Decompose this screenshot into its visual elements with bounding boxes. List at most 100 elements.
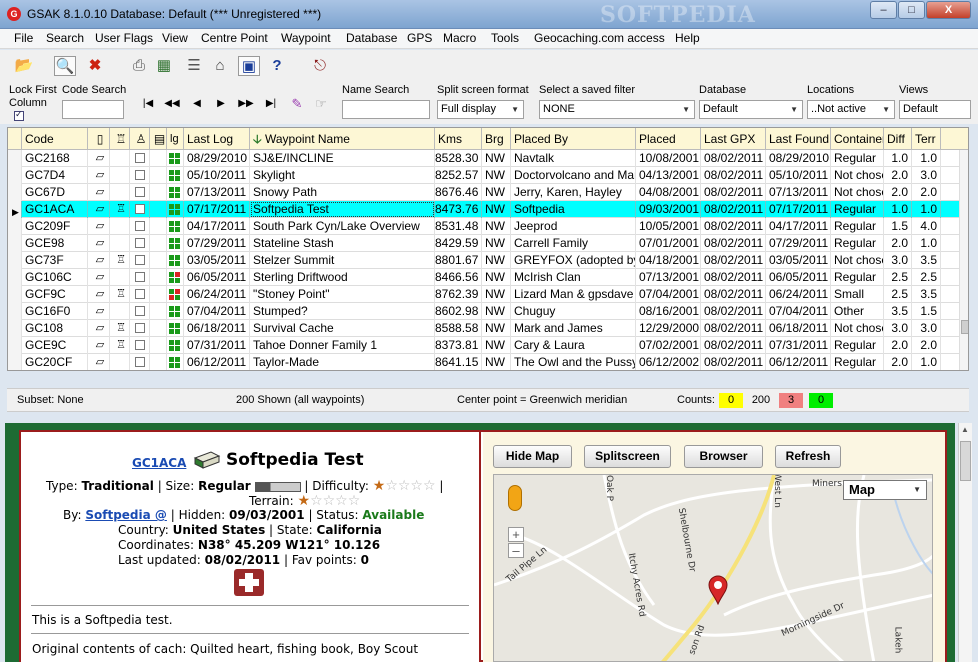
cell-code[interactable]: GC2168 bbox=[22, 150, 88, 167]
split-icon[interactable]: ☰ bbox=[183, 56, 205, 76]
cell-kms[interactable]: 8676.46 bbox=[435, 184, 482, 201]
cell-name[interactable]: Stateline Stash bbox=[250, 235, 435, 252]
cell-lastlog[interactable]: 07/17/2011 bbox=[184, 201, 250, 218]
cell-kms[interactable]: 8528.30 bbox=[435, 150, 482, 167]
cell-diff[interactable]: 2.0 bbox=[884, 184, 912, 201]
cell-terr[interactable]: 1.0 bbox=[912, 354, 941, 370]
header-last-gpx[interactable]: Last GPX bbox=[701, 128, 766, 150]
user-flag-cell[interactable] bbox=[130, 252, 150, 269]
cell-placed[interactable]: 09/03/2001 bbox=[636, 201, 701, 218]
cell-terr[interactable]: 3.0 bbox=[912, 320, 941, 337]
pointer-hand-icon[interactable]: ☞ bbox=[313, 96, 329, 112]
menu-tools[interactable]: Tools bbox=[491, 31, 519, 45]
cell-brg[interactable]: NW bbox=[482, 320, 511, 337]
cell-found[interactable]: 05/10/2011 bbox=[766, 167, 831, 184]
cell-found[interactable]: 07/31/2011 bbox=[766, 337, 831, 354]
map-view[interactable]: + – Map ▼ Oak P West Ln Miners Shelbourne… bbox=[493, 474, 933, 662]
user-flag-checkbox[interactable] bbox=[135, 289, 145, 299]
cell-brg[interactable]: NW bbox=[482, 150, 511, 167]
header-lg[interactable]: lg bbox=[167, 128, 184, 150]
header-container[interactable]: Container bbox=[831, 128, 884, 150]
cell-lastlog[interactable]: 05/10/2011 bbox=[184, 167, 250, 184]
cell-by[interactable]: GREYFOX (adopted by N bbox=[511, 252, 636, 269]
row-indicator[interactable] bbox=[8, 269, 22, 286]
database-select[interactable]: Default ▼ bbox=[699, 100, 803, 119]
print-icon[interactable]: ⎙ bbox=[128, 56, 150, 76]
owner-link[interactable]: Softpedia @ bbox=[85, 508, 167, 522]
cell-placed[interactable]: 10/08/2001 bbox=[636, 150, 701, 167]
user-flag-checkbox[interactable] bbox=[135, 357, 145, 367]
eraser-icon[interactable]: ✎ bbox=[289, 96, 305, 112]
menu-help[interactable]: Help bbox=[675, 31, 700, 45]
cell-name[interactable]: Snowy Path bbox=[250, 184, 435, 201]
previous-record-button[interactable]: ◀ bbox=[189, 96, 205, 112]
cell-brg[interactable]: NW bbox=[482, 337, 511, 354]
cell-lastlog[interactable]: 07/29/2011 bbox=[184, 235, 250, 252]
user-flag-checkbox[interactable] bbox=[135, 306, 145, 316]
grid-icon[interactable]: ▦ bbox=[153, 56, 175, 76]
cell-placed[interactable]: 04/13/2001 bbox=[636, 167, 701, 184]
user-flag-checkbox[interactable] bbox=[135, 187, 145, 197]
cell-container[interactable]: Not chosen bbox=[831, 320, 884, 337]
cell-gpx[interactable]: 08/02/2011 bbox=[701, 167, 766, 184]
user-flag-checkbox[interactable] bbox=[135, 204, 145, 214]
cell-found[interactable]: 07/17/2011 bbox=[766, 201, 831, 218]
user-flag-cell[interactable] bbox=[130, 218, 150, 235]
cell-gpx[interactable]: 08/02/2011 bbox=[701, 286, 766, 303]
user-flag-checkbox[interactable] bbox=[135, 170, 145, 180]
cell-terr[interactable]: 4.0 bbox=[912, 218, 941, 235]
user-flag-cell[interactable] bbox=[130, 150, 150, 167]
table-row[interactable]: ▱ ♖ GCE9C 07/31/2011 Tahoe Donner Family 1 83… bbox=[8, 337, 968, 354]
cell-placed[interactable]: 07/04/2001 bbox=[636, 286, 701, 303]
cell-code[interactable]: GC20CF bbox=[22, 354, 88, 370]
menu-centre-point[interactable]: Centre Point bbox=[201, 31, 268, 45]
cell-by[interactable]: Mark and James bbox=[511, 320, 636, 337]
menu-search[interactable]: Search bbox=[46, 31, 84, 45]
last-record-button[interactable]: ▶| bbox=[263, 96, 279, 112]
row-indicator[interactable] bbox=[8, 184, 22, 201]
cell-code[interactable]: GC209F bbox=[22, 218, 88, 235]
cell-found[interactable]: 06/24/2011 bbox=[766, 286, 831, 303]
cell-terr[interactable]: 2.0 bbox=[912, 184, 941, 201]
cell-container[interactable]: Other bbox=[831, 303, 884, 320]
cell-kms[interactable]: 8531.48 bbox=[435, 218, 482, 235]
cell-code[interactable]: GC67D bbox=[22, 184, 88, 201]
cell-kms[interactable]: 8466.56 bbox=[435, 269, 482, 286]
menu-user-flags[interactable]: User Flags bbox=[95, 31, 153, 45]
header-code[interactable]: Code bbox=[22, 128, 88, 150]
header-notes-icon[interactable]: ▤ bbox=[150, 128, 167, 150]
user-flag-cell[interactable] bbox=[130, 286, 150, 303]
code-search-input[interactable] bbox=[62, 100, 124, 119]
cell-gpx[interactable]: 08/02/2011 bbox=[701, 269, 766, 286]
menu-file[interactable]: File bbox=[14, 31, 33, 45]
cell-by[interactable]: Softpedia bbox=[511, 201, 636, 218]
cell-by[interactable]: Chuguy bbox=[511, 303, 636, 320]
cell-gpx[interactable]: 08/02/2011 bbox=[701, 337, 766, 354]
saved-filter-select[interactable]: NONE ▼ bbox=[539, 100, 695, 119]
cell-found[interactable]: 07/29/2011 bbox=[766, 235, 831, 252]
cell-name[interactable]: Softpedia Test bbox=[250, 201, 435, 218]
cell-placed[interactable]: 12/29/2000 bbox=[636, 320, 701, 337]
cell-code[interactable]: GC106C bbox=[22, 269, 88, 286]
menu-macro[interactable]: Macro bbox=[443, 31, 476, 45]
cell-lastlog[interactable]: 07/13/2011 bbox=[184, 184, 250, 201]
browser-button[interactable]: Browser bbox=[684, 445, 763, 468]
cell-found[interactable]: 04/17/2011 bbox=[766, 218, 831, 235]
user-flag-checkbox[interactable] bbox=[135, 255, 145, 265]
cell-placed[interactable]: 07/13/2001 bbox=[636, 269, 701, 286]
cell-placed[interactable]: 07/01/2001 bbox=[636, 235, 701, 252]
cell-name[interactable]: Stelzer Summit bbox=[250, 252, 435, 269]
header-waypoint-name[interactable]: 🡣 Waypoint Name bbox=[250, 128, 435, 150]
header-last-found[interactable]: Last Found bbox=[766, 128, 831, 150]
zoom-out-button[interactable]: – bbox=[508, 543, 524, 558]
scrollbar-thumb[interactable] bbox=[960, 441, 971, 481]
cell-diff[interactable]: 1.5 bbox=[884, 218, 912, 235]
detail-vertical-scrollbar[interactable]: ▲ bbox=[958, 423, 972, 662]
menu-geocaching-access[interactable]: Geocaching.com access bbox=[534, 31, 665, 45]
menu-gps[interactable]: GPS bbox=[407, 31, 432, 45]
user-flag-cell[interactable] bbox=[130, 320, 150, 337]
cell-by[interactable]: Navtalk bbox=[511, 150, 636, 167]
cell-brg[interactable]: NW bbox=[482, 252, 511, 269]
window-icon[interactable]: ▣ bbox=[238, 56, 260, 76]
cell-found[interactable]: 07/04/2011 bbox=[766, 303, 831, 320]
